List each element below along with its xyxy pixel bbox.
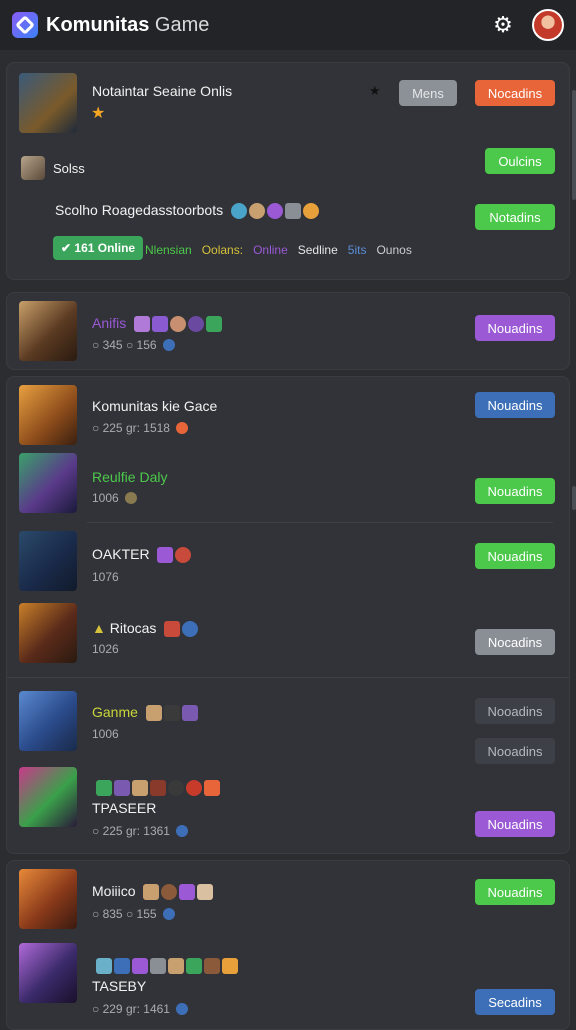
row-meta: 1026 [92,642,119,656]
row-title: ▲ Ritocas [92,620,199,638]
join-button[interactable]: Nouadins [475,811,555,837]
featured-title: Notaintar Seaine Onlis [92,83,233,99]
user-label: Solss [53,161,85,176]
join-button[interactable]: Nouadins [475,315,555,341]
scrollbar-thumb[interactable] [572,90,576,200]
tag-list: Nlensian Oolans: Online Sedline 5its Oun… [145,243,412,257]
row-meta: ○ 835 ○ 155 [92,907,175,921]
menu-button[interactable]: Mens [399,80,457,106]
join-button[interactable]: Nouadins [475,543,555,569]
divider [87,522,553,523]
row-title: OAKTER [92,546,192,564]
orange-action-button[interactable]: Nocadins [475,80,555,106]
game-thumbnail [19,385,77,445]
join-button[interactable]: Nooadins [475,698,555,724]
user-avatar-small [21,156,45,180]
join-button[interactable]: Secadins [475,989,555,1015]
row-icon-strip [92,779,220,797]
game-thumbnail [19,453,77,513]
row-title: Anifis [92,315,223,333]
tag[interactable]: Online [253,243,288,257]
divider [7,677,569,678]
pin-star-icon: ★ [369,83,381,98]
game-thumbnail [19,531,77,591]
row-title: Moiiico [92,883,214,901]
user-avatar[interactable] [532,9,564,41]
row-icon-strip [92,957,238,975]
star-icon: ★ [91,105,106,122]
notadins-button[interactable]: Notadins [475,204,555,230]
row-title: Ganme [92,704,198,722]
settings-gear-icon[interactable]: ⚙ [492,14,514,36]
featured-community-card: Notaintar Seaine Onlis ★ ★ Mens Nocadins… [6,62,570,280]
join-button[interactable]: Nocadins [475,629,555,655]
row-meta: ○ 225 gr: 1518 [92,421,188,435]
row-meta: ○ 345 ○ 156 [92,338,175,352]
tag[interactable]: Oolans: [202,243,243,257]
community-list-card: Moiiico ○ 835 ○ 155 Nouadins TASEBY ○ 22… [6,860,570,1030]
app-header: Komunitas Game ⚙ [0,0,576,50]
join-button-secondary[interactable]: Nooadins [475,738,555,764]
game-thumbnail [19,691,77,751]
game-thumbnail [19,869,77,929]
featured-subtitle: Scolho Roagedasstoorbots [55,202,319,220]
app-logo-icon [12,12,38,38]
join-button[interactable]: Nouadins [475,392,555,418]
game-thumbnail [19,603,77,663]
game-thumbnail [19,301,77,361]
tag[interactable]: Ounos [376,243,411,257]
community-card: Anifis ○ 345 ○ 156 Nouadins [6,292,570,370]
row-meta: ○ 225 gr: 1361 [92,824,188,838]
row-title: TPASEER [92,800,157,816]
game-thumbnail [19,943,77,1003]
game-thumbnail [19,767,77,827]
join-button[interactable]: Nouadins [475,879,555,905]
featured-game-thumbnail [19,73,77,133]
app-title: Komunitas Game [46,13,210,36]
tag[interactable]: Sedline [298,243,338,257]
row-meta: 1006 [92,727,119,741]
row-meta: ○ 229 gr: 1461 [92,1002,188,1016]
community-list-card: Komunitas kie Gace ○ 225 gr: 1518 Nouadi… [6,376,570,854]
online-count-badge: ✔ 161 Online [53,236,144,260]
row-title: TASEBY [92,978,147,994]
scrollbar-thumb-secondary[interactable] [572,486,576,510]
join-button[interactable]: Nouadins [475,478,555,504]
row-meta: 1076 [92,570,119,584]
row-title: Komunitas kie Gace [92,398,218,414]
tag[interactable]: 5its [348,243,367,257]
tag[interactable]: Nlensian [145,243,192,257]
row-title: Reulfie Daly [92,469,168,485]
online-button[interactable]: Oulcins [485,148,555,174]
row-meta: 1006 [92,491,137,505]
